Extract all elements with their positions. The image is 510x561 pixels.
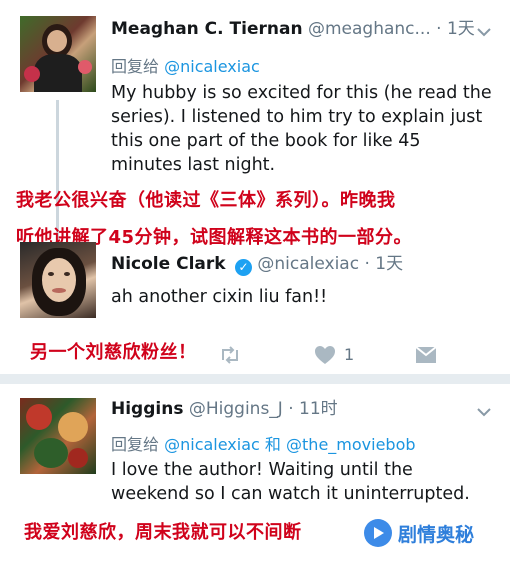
- timestamp[interactable]: 1天: [447, 19, 475, 39]
- watermark-logo-icon: [364, 519, 392, 547]
- avatar[interactable]: [20, 16, 96, 92]
- divider: [0, 374, 510, 384]
- author-handle[interactable]: @nicalexiac: [257, 254, 359, 274]
- like-icon[interactable]: [313, 344, 337, 366]
- avatar[interactable]: [20, 242, 96, 318]
- separator-dot: ·: [364, 254, 370, 274]
- author-name[interactable]: Meaghan C. Tiernan: [111, 19, 303, 39]
- separator-dot: ·: [436, 19, 442, 39]
- retweet-icon[interactable]: [218, 344, 242, 366]
- verified-badge-icon: ✓: [234, 259, 252, 276]
- replying-prefix: 回复给: [111, 435, 160, 454]
- timestamp[interactable]: 11时: [299, 399, 338, 419]
- author-name[interactable]: Higgins: [111, 399, 183, 419]
- replying-prefix: 回复给: [111, 57, 160, 76]
- tweet-header: Higgins @Higgins_J · 11时: [111, 398, 338, 420]
- timestamp[interactable]: 1天: [375, 254, 403, 274]
- tweet-text: My hubby is so excited for this (he read…: [111, 83, 492, 175]
- mention-link[interactable]: @nicalexiac: [164, 57, 260, 76]
- replying-to: 回复给 @nicalexiac: [111, 53, 260, 77]
- tweet-header: Nicole Clark ✓ @nicalexiac · 1天: [111, 253, 403, 276]
- translation-caption: 我爱刘慈欣，周末我就可以不间断: [24, 522, 302, 543]
- watermark-text: 剧情奥秘: [398, 523, 475, 546]
- tweet-header: Meaghan C. Tiernan @meaghanc... · 1天: [111, 18, 475, 40]
- author-handle[interactable]: @Higgins_J: [189, 399, 283, 419]
- translation-caption: 我老公很兴奋（他读过《三体》系列）。昨晚我: [16, 190, 396, 211]
- translation-caption: 另一个刘慈欣粉丝！: [30, 342, 197, 363]
- chevron-down-icon[interactable]: [476, 24, 492, 40]
- tweet-text: I love the author! Waiting until the wee…: [111, 460, 470, 504]
- mention-link[interactable]: @the_moviebob: [286, 435, 416, 454]
- mention-link[interactable]: @nicalexiac: [164, 435, 260, 454]
- replying-to: 回复给 @nicalexiac 和 @the_moviebob: [111, 431, 416, 455]
- replying-joiner: 和: [264, 435, 281, 454]
- tweet-text: ah another cixin liu fan!!: [111, 287, 328, 307]
- author-name[interactable]: Nicole Clark: [111, 254, 226, 274]
- chevron-down-icon[interactable]: [476, 404, 492, 420]
- avatar[interactable]: [20, 398, 96, 474]
- author-handle[interactable]: @meaghanc...: [308, 19, 431, 39]
- message-icon[interactable]: [414, 344, 438, 366]
- watermark: 剧情奥秘: [364, 516, 474, 550]
- like-count: 1: [344, 345, 355, 364]
- separator-dot: ·: [288, 399, 294, 419]
